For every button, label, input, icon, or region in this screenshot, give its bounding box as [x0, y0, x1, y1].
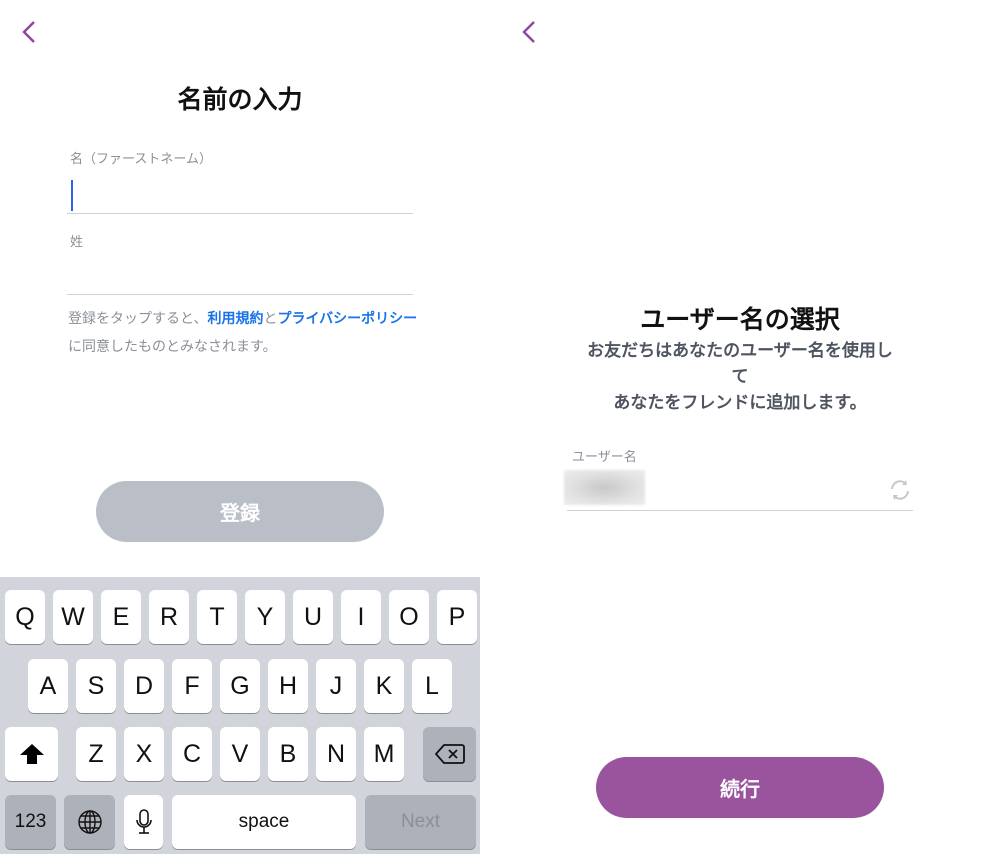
- key-m[interactable]: M: [364, 727, 404, 781]
- key-s[interactable]: S: [76, 659, 116, 713]
- key-q[interactable]: Q: [5, 590, 45, 644]
- legal-prefix: 登録をタップすると、: [68, 311, 208, 327]
- key-v[interactable]: V: [220, 727, 260, 781]
- last-name-input[interactable]: [70, 260, 410, 292]
- subtitle-line: あなたをフレンドに追加します。: [613, 393, 867, 413]
- subtitle: お友だちはあなたのユーザー名を使用し て あなたをフレンドに追加します。: [560, 338, 920, 416]
- legal-notice: 登録をタップすると、利用規約とプライバシーポリシーに同意したものとみなされます。: [68, 305, 418, 361]
- key-a[interactable]: A: [28, 659, 68, 713]
- key-u[interactable]: U: [293, 590, 333, 644]
- refresh-icon: [891, 480, 909, 500]
- text-caret: [71, 180, 73, 211]
- username-value-blurred[interactable]: [564, 470, 645, 505]
- name-entry-screen: 名前の入力 名（ファーストネーム） 姓 登録をタップすると、利用規約とプライバシ…: [0, 0, 480, 854]
- key-o[interactable]: O: [389, 590, 429, 644]
- page-title: 名前の入力: [177, 85, 303, 114]
- keyboard: QWERTYUIOP ASDFGHJKL ZXCVBNM 123 space Nex…: [0, 577, 480, 854]
- key-r[interactable]: R: [149, 590, 189, 644]
- key-g[interactable]: G: [220, 659, 260, 713]
- shift-key[interactable]: [5, 727, 58, 781]
- microphone-key[interactable]: [124, 795, 163, 849]
- last-name-label: 姓: [70, 235, 84, 250]
- back-button[interactable]: [518, 18, 542, 46]
- first-name-underline: [67, 213, 413, 214]
- subtitle-line: て: [731, 367, 749, 387]
- key-h[interactable]: H: [268, 659, 308, 713]
- chevron-left-icon: [522, 21, 535, 43]
- backspace-icon: [434, 744, 465, 764]
- key-i[interactable]: I: [341, 590, 381, 644]
- globe-key[interactable]: [64, 795, 115, 849]
- register-button[interactable]: 登録: [96, 481, 384, 542]
- key-x[interactable]: X: [124, 727, 164, 781]
- username-selection-screen: ユーザー名の選択 お友だちはあなたのユーザー名を使用し て あなたをフレンドに追…: [500, 0, 1000, 854]
- back-button[interactable]: [18, 18, 42, 46]
- numbers-key[interactable]: 123: [5, 795, 56, 849]
- key-p[interactable]: P: [437, 590, 477, 644]
- key-c[interactable]: C: [172, 727, 212, 781]
- terms-link[interactable]: 利用規約: [207, 311, 263, 327]
- backspace-key[interactable]: [423, 727, 476, 781]
- globe-icon: [77, 810, 102, 834]
- key-n[interactable]: N: [316, 727, 356, 781]
- key-k[interactable]: K: [364, 659, 404, 713]
- privacy-policy-link[interactable]: プライバシーポリシー: [277, 311, 417, 327]
- key-t[interactable]: T: [197, 590, 237, 644]
- next-key[interactable]: Next: [365, 795, 476, 849]
- space-key[interactable]: space: [172, 795, 356, 849]
- legal-and: と: [263, 311, 278, 327]
- first-name-input[interactable]: [70, 180, 410, 212]
- key-j[interactable]: J: [316, 659, 356, 713]
- username-underline: [567, 510, 913, 511]
- username-label: ユーザー名: [572, 450, 637, 465]
- key-b[interactable]: B: [268, 727, 308, 781]
- first-name-label: 名（ファーストネーム）: [70, 152, 212, 167]
- shift-icon: [19, 744, 44, 764]
- key-y[interactable]: Y: [245, 590, 285, 644]
- subtitle-line: お友だちはあなたのユーザー名を使用し: [587, 341, 893, 361]
- chevron-left-icon: [22, 21, 35, 43]
- key-e[interactable]: E: [101, 590, 141, 644]
- legal-suffix: に同意したものとみなされます。: [68, 339, 277, 355]
- key-f[interactable]: F: [172, 659, 212, 713]
- key-l[interactable]: L: [412, 659, 452, 713]
- microphone-icon: [135, 809, 152, 834]
- continue-button[interactable]: 続行: [596, 757, 884, 818]
- regenerate-username-button[interactable]: [888, 478, 912, 502]
- page-title: ユーザー名の選択: [640, 305, 840, 334]
- key-w[interactable]: W: [53, 590, 93, 644]
- last-name-underline: [67, 294, 413, 295]
- key-d[interactable]: D: [124, 659, 164, 713]
- key-z[interactable]: Z: [76, 727, 116, 781]
